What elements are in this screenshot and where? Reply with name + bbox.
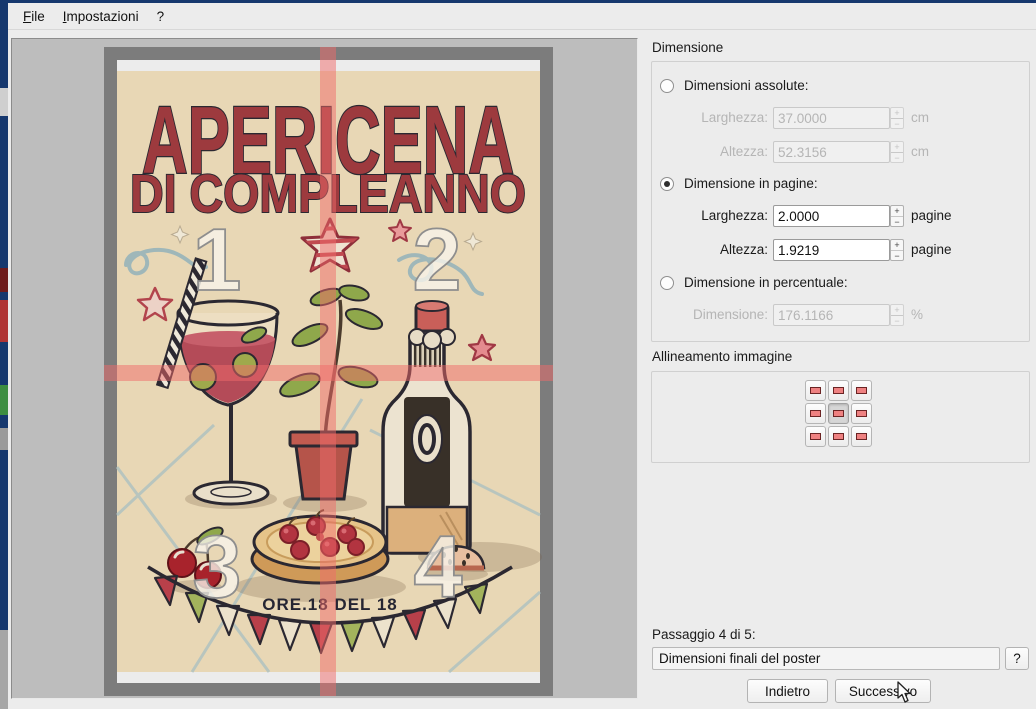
abs-height-label: Altezza: — [668, 144, 768, 159]
pages-width-input[interactable] — [773, 205, 890, 227]
desktop-icon-fragment — [0, 300, 8, 342]
horizontal-page-split-band — [104, 365, 553, 381]
pages-width-unit: pagine — [911, 208, 952, 223]
align-icon — [833, 433, 844, 440]
next-button[interactable]: Successivo — [835, 679, 931, 703]
abs-height-spinner[interactable]: + − — [890, 141, 904, 163]
desktop-icon-fragment — [0, 268, 8, 292]
abs-width-input[interactable] — [773, 107, 890, 129]
pages-height-input[interactable] — [773, 239, 890, 261]
spin-up-button[interactable]: + — [891, 142, 903, 152]
align-top-left-button[interactable] — [805, 380, 826, 401]
align-icon — [833, 387, 844, 394]
desktop-icon-fragment — [0, 630, 8, 709]
align-bottom-center-button[interactable] — [828, 426, 849, 447]
pages-width-spinner[interactable]: + − — [890, 205, 904, 227]
radio-size-percentage[interactable] — [660, 276, 674, 290]
percent-label: Dimensione: — [668, 307, 768, 322]
percent-unit: % — [911, 307, 923, 322]
desktop-icon-fragment — [0, 385, 8, 415]
desktop-icon-fragment — [0, 88, 8, 116]
desktop-edge-strip — [0, 0, 8, 709]
desktop-icon-fragment — [0, 428, 8, 450]
percent-spinner[interactable]: + − — [890, 304, 904, 326]
page-number-2: 2 — [413, 210, 462, 309]
spin-up-button[interactable]: + — [891, 240, 903, 250]
radio-absolute-size[interactable] — [660, 79, 674, 93]
spin-up-button[interactable]: + — [891, 108, 903, 118]
mouse-cursor — [897, 681, 913, 704]
align-center-button[interactable] — [828, 403, 849, 424]
radio-size-in-pages-label: Dimensione in pagine: — [684, 176, 818, 191]
page-number-4: 4 — [414, 517, 463, 616]
align-icon — [810, 387, 821, 394]
page-number-1: 1 — [193, 210, 242, 309]
radio-size-percentage-label: Dimensione in percentuale: — [684, 275, 848, 290]
align-icon — [856, 433, 867, 440]
align-icon — [856, 410, 867, 417]
spin-down-button[interactable]: − — [891, 216, 903, 227]
align-top-center-button[interactable] — [828, 380, 849, 401]
align-icon — [856, 387, 867, 394]
abs-height-unit: cm — [911, 144, 929, 159]
spin-down-button[interactable]: − — [891, 118, 903, 129]
settings-panel: Dimensione Dimensioni assolute: Larghezz… — [648, 30, 1036, 709]
radio-absolute-size-label: Dimensioni assolute: — [684, 78, 809, 93]
align-icon — [833, 410, 844, 417]
help-button[interactable]: ? — [1005, 647, 1029, 670]
align-middle-right-button[interactable] — [851, 403, 872, 424]
abs-width-spinner[interactable]: + − — [890, 107, 904, 129]
align-icon — [810, 433, 821, 440]
align-bottom-right-button[interactable] — [851, 426, 872, 447]
size-section-heading: Dimensione — [652, 40, 723, 55]
align-middle-left-button[interactable] — [805, 403, 826, 424]
menu-file[interactable]: File — [14, 5, 54, 28]
poster-preview-panel: APERICENA DI COMPLEANNO — [11, 38, 638, 699]
spin-down-button[interactable]: − — [891, 315, 903, 326]
percent-input[interactable] — [773, 304, 890, 326]
menu-bar: File Impostazioni ? — [8, 3, 1036, 30]
pages-width-label: Larghezza: — [668, 208, 768, 223]
align-top-right-button[interactable] — [851, 380, 872, 401]
back-button[interactable]: Indietro — [747, 679, 828, 703]
alignment-section-heading: Allineamento immagine — [652, 349, 792, 364]
size-groupbox — [651, 61, 1030, 342]
pages-height-spinner[interactable]: + − — [890, 239, 904, 261]
pages-height-unit: pagine — [911, 242, 952, 257]
alignment-grid — [805, 380, 872, 447]
wizard-step-label: Passaggio 4 di 5: — [652, 627, 756, 642]
spin-down-button[interactable]: − — [891, 250, 903, 261]
menu-settings[interactable]: Impostazioni — [54, 5, 148, 28]
radio-size-in-pages[interactable] — [660, 177, 674, 191]
abs-width-label: Larghezza: — [668, 110, 768, 125]
spin-up-button[interactable]: + — [891, 206, 903, 216]
pages-height-label: Altezza: — [668, 242, 768, 257]
abs-height-input[interactable] — [773, 141, 890, 163]
menu-help[interactable]: ? — [148, 5, 174, 28]
spin-down-button[interactable]: − — [891, 152, 903, 163]
wizard-step-title: Dimensioni finali del poster — [652, 647, 1000, 670]
spin-up-button[interactable]: + — [891, 305, 903, 315]
poster-preview-image: APERICENA DI COMPLEANNO — [104, 47, 553, 696]
align-bottom-left-button[interactable] — [805, 426, 826, 447]
align-icon — [810, 410, 821, 417]
abs-width-unit: cm — [911, 110, 929, 125]
page-number-3: 3 — [193, 517, 242, 616]
